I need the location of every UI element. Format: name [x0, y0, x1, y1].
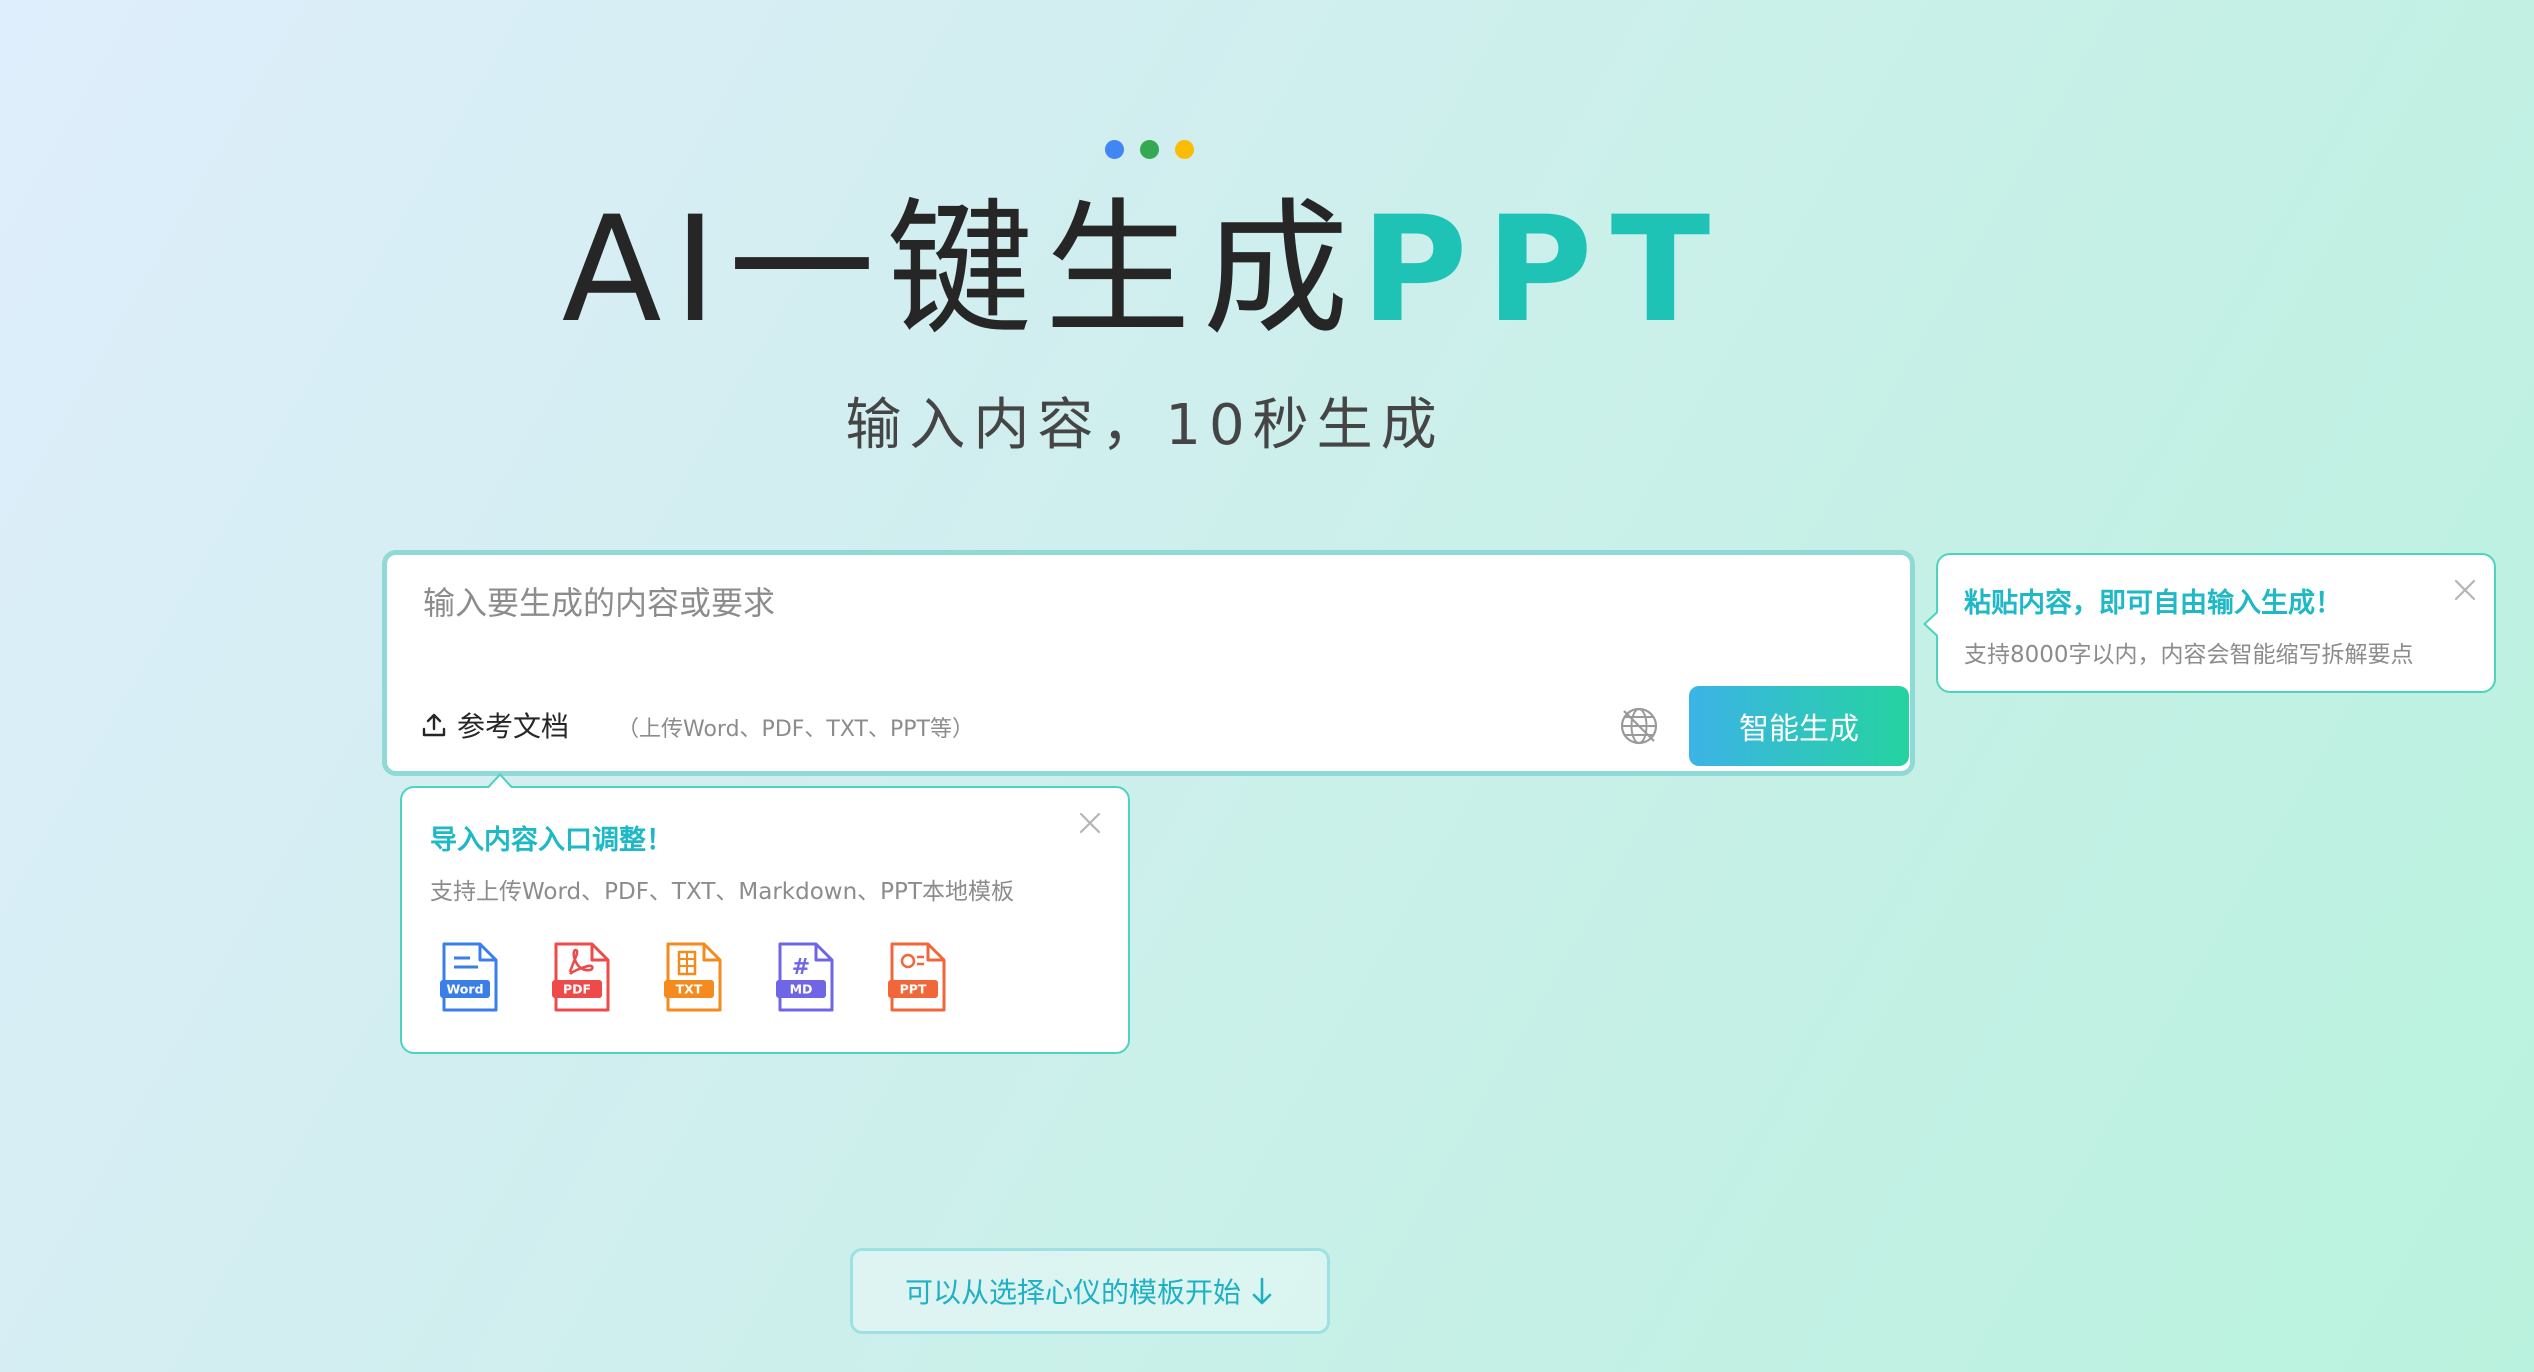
import-tip-description: 支持上传Word、PDF、TXT、Markdown、PPT本地模板 [430, 879, 1014, 905]
web-search-globe-icon[interactable] [1618, 705, 1660, 747]
import-content-tooltip: 导入内容入口调整！ 支持上传Word、PDF、TXT、Markdown、PPT本… [400, 773, 1130, 1054]
paste-tip-description: 支持8000字以内，内容会智能缩写拆解要点 [1964, 642, 2414, 668]
svg-text:#: # [792, 955, 810, 980]
blue-dot [1105, 140, 1124, 159]
pdf-file-icon: PDF [552, 942, 610, 1012]
page-title: AI一键生成PPT [0, 190, 2290, 350]
txt-file-icon: TXT [664, 942, 722, 1012]
paste-tip-title: 粘贴内容，即可自由输入生成！ [1964, 588, 2342, 619]
paste-content-tooltip: 粘贴内容，即可自由输入生成！ 支持8000字以内，内容会智能缩写拆解要点 [1923, 553, 2496, 693]
page-title-main: AI一键生成 [561, 185, 1361, 355]
header-dots [1105, 140, 1194, 159]
reference-doc-hint: （上传Word、PDF、TXT、PPT等） [617, 717, 974, 742]
md-file-label: MD [790, 982, 813, 997]
pdf-file-label: PDF [563, 982, 591, 997]
choose-template-button[interactable]: 可以从选择心仪的模板开始 [850, 1248, 1330, 1334]
close-icon[interactable] [2452, 577, 2478, 603]
ppt-file-label: PPT [900, 982, 927, 997]
content-input[interactable] [421, 577, 1825, 661]
upload-icon [422, 713, 446, 737]
reference-doc-button[interactable]: 参考文档 [421, 705, 569, 745]
word-file-icon: Word [440, 942, 498, 1012]
green-dot [1140, 140, 1159, 159]
txt-file-label: TXT [676, 982, 703, 997]
yellow-dot [1175, 140, 1194, 159]
file-type-icons: Word PDF TXT # MD PPT [438, 940, 950, 1014]
close-icon[interactable] [1077, 810, 1103, 836]
choose-template-label: 可以从选择心仪的模板开始 [904, 1276, 1241, 1309]
ppt-file-icon: PPT [888, 942, 946, 1012]
arrow-down-icon [1252, 1277, 1272, 1305]
content-input-card: 参考文档 （上传Word、PDF、TXT、PPT等） 智能生成 [382, 550, 1915, 776]
page-subtitle: 输入内容，10秒生成 [845, 393, 1445, 458]
import-tip-title: 导入内容入口调整！ [430, 825, 673, 856]
reference-doc-label: 参考文档 [457, 710, 570, 743]
word-file-label: Word [446, 982, 483, 997]
generate-button[interactable]: 智能生成 [1689, 686, 1909, 766]
page-title-accent: PPT [1360, 185, 1729, 355]
md-file-icon: # MD [776, 942, 834, 1012]
